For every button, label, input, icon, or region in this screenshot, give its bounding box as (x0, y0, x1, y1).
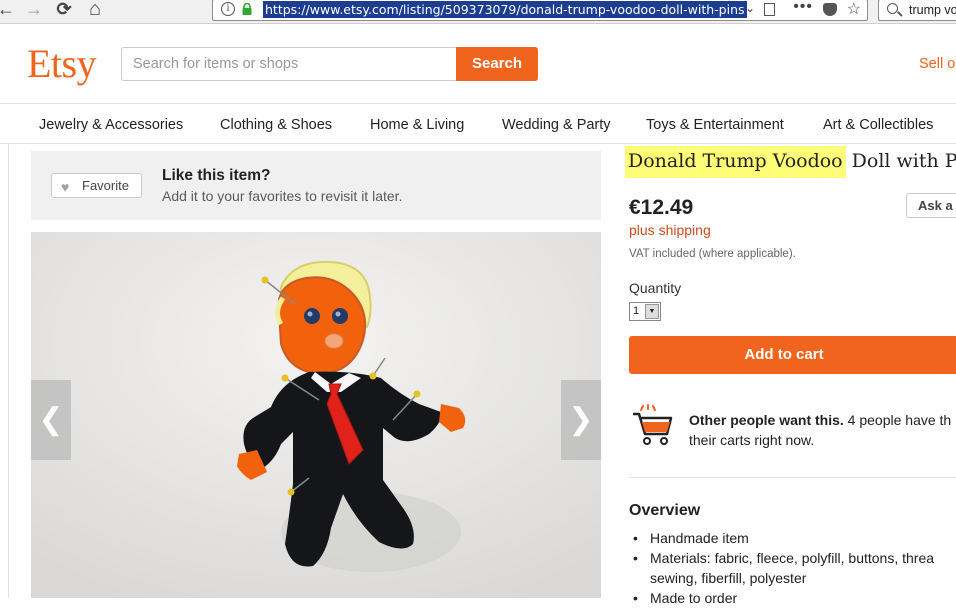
heart-icon: ♥ (61, 179, 70, 195)
browser-toolbar: ← → ⟳ ⌂ i https://www.etsy.com/listing/5… (0, 0, 956, 24)
favorite-button[interactable]: ♥ Favorite (51, 173, 142, 198)
quantity-value: 1 (633, 305, 640, 317)
social-proof-rest: 4 people have th (843, 412, 952, 428)
list-item: Materials: fabric, fleece, polyfill, but… (633, 548, 956, 568)
category-home-living[interactable]: Home & Living (370, 117, 464, 133)
list-item: sewing, fiberfill, polyester (650, 570, 807, 586)
browser-search-text: trump vo (909, 3, 956, 17)
category-nav: Jewelry & Accessories Clothing & Shoes H… (0, 104, 956, 144)
gallery-prev-button[interactable]: ❮ (31, 380, 71, 460)
category-toys-entertainment[interactable]: Toys & Entertainment (646, 117, 784, 133)
pocket-icon[interactable] (823, 3, 837, 16)
chevron-down-icon[interactable]: ⌄ (745, 1, 755, 15)
back-icon[interactable]: ← (0, 0, 18, 20)
chevron-down-icon: ▼ (645, 304, 659, 319)
more-actions-icon[interactable]: ••• (793, 0, 813, 16)
home-icon[interactable]: ⌂ (83, 0, 107, 20)
listing-price: €12.49 (629, 196, 694, 219)
sell-on-etsy-link[interactable]: Sell o (919, 56, 955, 72)
browser-search-field[interactable]: trump vo (878, 0, 956, 21)
search-input[interactable]: Search for items or shops (121, 47, 457, 81)
overview-list: Handmade item Materials: fabric, fleece,… (633, 528, 956, 608)
left-border (8, 144, 9, 598)
list-item: Made to order (633, 588, 956, 608)
vat-note: VAT included (where applicable). (629, 248, 796, 260)
favorite-title: Like this item? (162, 167, 271, 184)
category-clothing-shoes[interactable]: Clothing & Shoes (220, 117, 332, 133)
listing-title: Donald Trump Voodoo Doll with Pins (625, 146, 956, 178)
section-divider (629, 477, 956, 478)
favorite-button-label: Favorite (82, 178, 129, 193)
category-jewelry-accessories[interactable]: Jewelry & Accessories (39, 117, 183, 133)
bookmark-star-icon[interactable]: ☆ (847, 0, 861, 19)
title-rest: Doll with Pins (851, 150, 956, 172)
nav-divider (0, 143, 956, 144)
listing-image[interactable]: ❮ ❯ (31, 232, 601, 598)
lock-icon (242, 3, 252, 15)
favorite-panel: ♥ Favorite Like this item? Add it to you… (31, 151, 601, 220)
search-icon (887, 3, 898, 14)
search-button[interactable]: Search (456, 47, 538, 81)
category-wedding-party[interactable]: Wedding & Party (502, 117, 611, 133)
category-art-collectibles[interactable]: Art & Collectibles (823, 117, 933, 133)
reader-view-icon[interactable] (764, 3, 775, 16)
social-proof-line2: their carts right now. (689, 432, 815, 448)
social-proof-text: Other people want this. 4 people have th… (689, 410, 956, 450)
list-item: Handmade item (633, 528, 956, 548)
site-info-icon[interactable]: i (221, 2, 235, 16)
social-proof-bold: Other people want this. (689, 412, 844, 428)
add-to-cart-button[interactable]: Add to cart (629, 336, 956, 374)
title-highlighted: Donald Trump Voodoo (625, 146, 846, 178)
url-text[interactable]: https://www.etsy.com/listing/509373079/d… (263, 1, 747, 18)
address-bar[interactable]: i https://www.etsy.com/listing/509373079… (212, 0, 868, 21)
forward-icon[interactable]: → (22, 0, 46, 20)
quantity-label: Quantity (629, 280, 682, 296)
favorite-subtitle: Add it to your favorites to revisit it l… (162, 188, 403, 204)
shopping-cart-icon (633, 404, 673, 445)
quantity-select[interactable]: 1 ▼ (629, 302, 661, 321)
etsy-logo[interactable]: Etsy (27, 40, 97, 87)
gallery-next-button[interactable]: ❯ (561, 380, 601, 460)
ask-question-button[interactable]: Ask a q (906, 193, 956, 218)
shipping-link[interactable]: plus shipping (629, 222, 711, 238)
voodoo-doll-photo (31, 232, 601, 598)
overview-heading: Overview (629, 502, 701, 519)
reload-icon[interactable]: ⟳ (52, 0, 76, 20)
